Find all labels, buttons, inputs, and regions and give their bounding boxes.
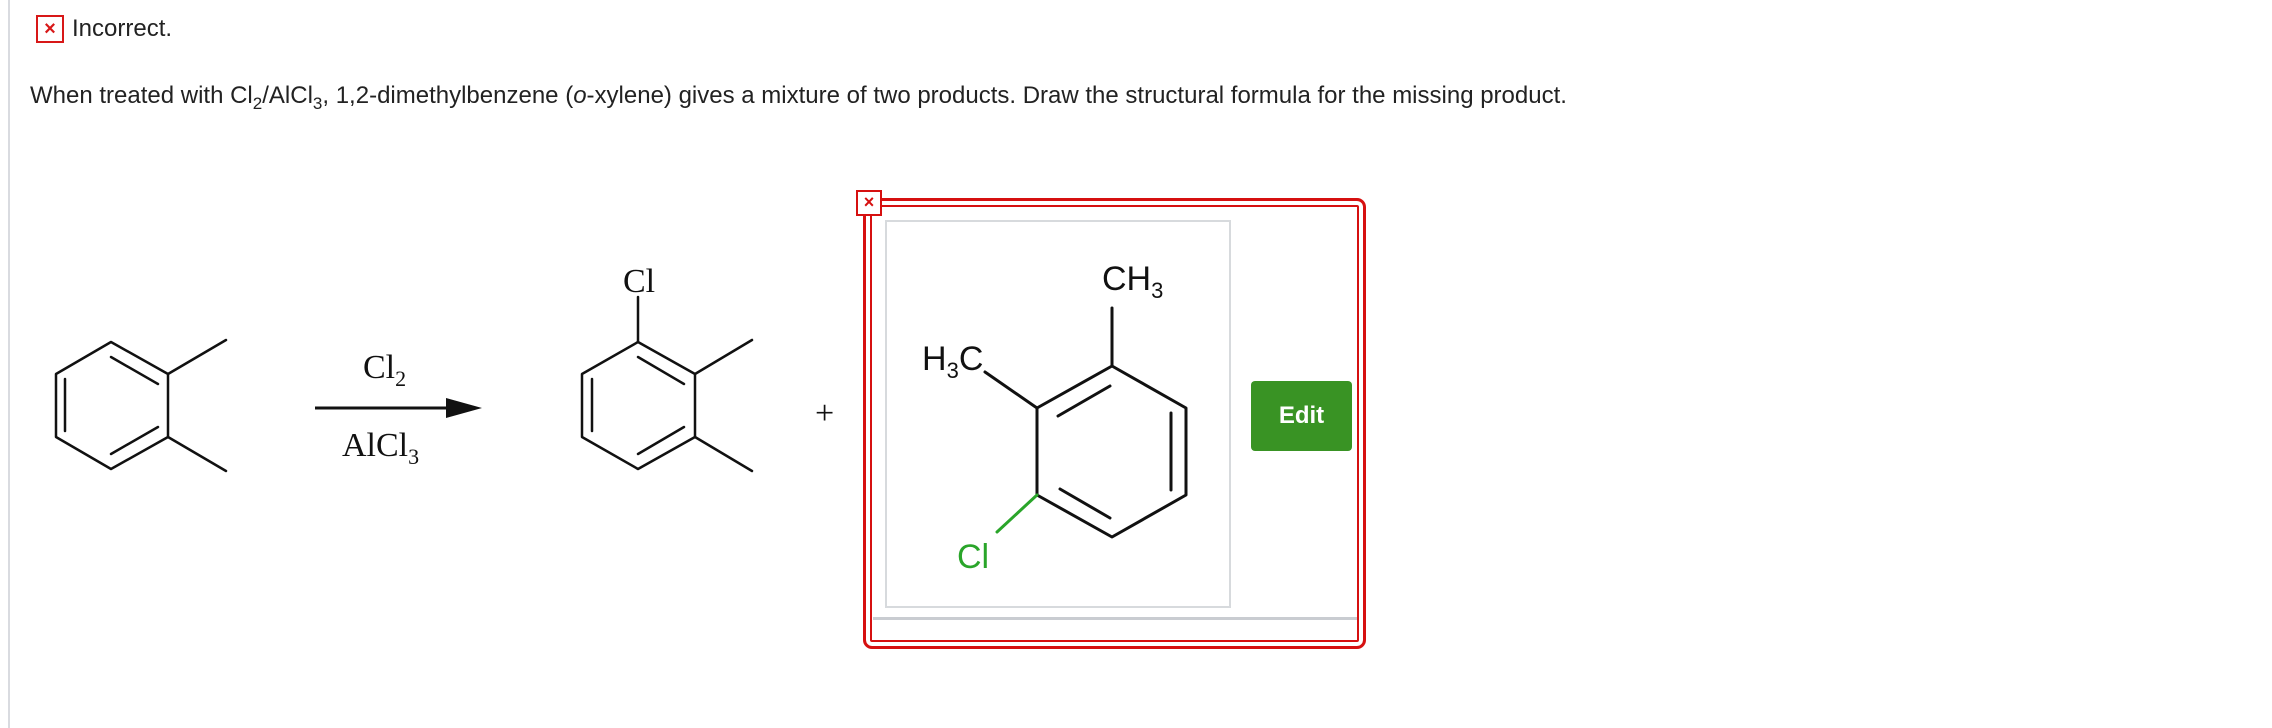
- submitted-molecule: CH3 H3C Cl: [922, 260, 1188, 576]
- submitted-methyl-top: CH3: [1102, 260, 1163, 303]
- edit-button[interactable]: Edit: [1251, 381, 1352, 451]
- question-page: × Incorrect. When treated with Cl2/AlCl3…: [0, 0, 2272, 728]
- submitted-chlorine-label: Cl: [957, 538, 989, 576]
- chlorine-bond: [995, 493, 1039, 534]
- submitted-benzene-ring: [983, 306, 1188, 539]
- wrong-answer-marker: ×: [856, 190, 882, 216]
- submitted-methyl-left: H3C: [922, 340, 983, 383]
